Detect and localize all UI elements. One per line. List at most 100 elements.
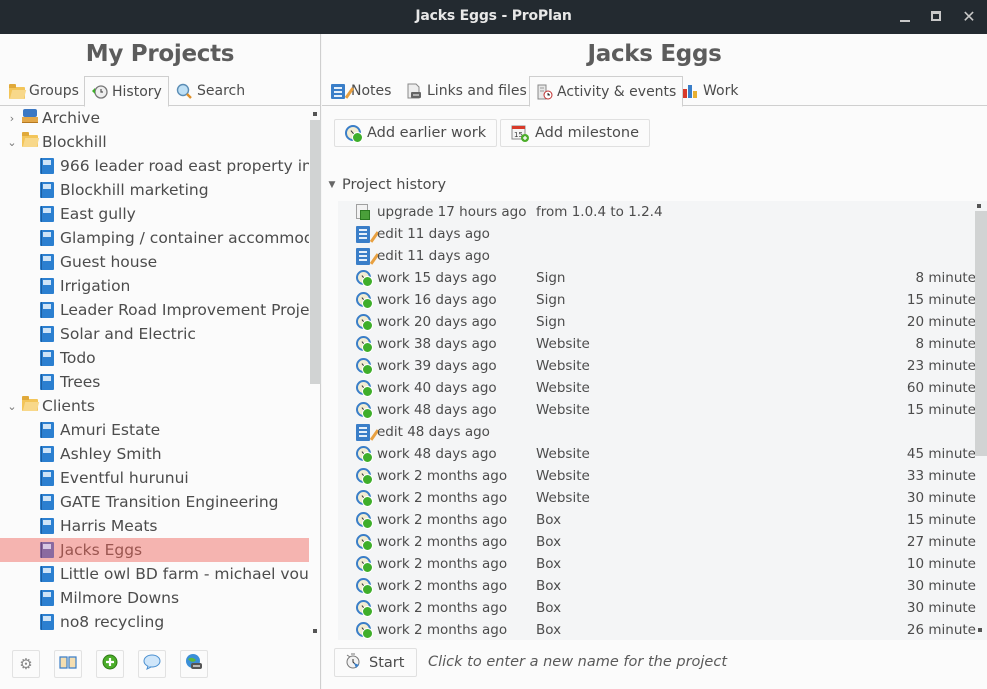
history-event: edit 11 days ago <box>377 226 490 242</box>
tree-project[interactable]: Leader Road Improvement Project <box>0 298 309 322</box>
history-row[interactable]: work 2 months ago Website 30 minute <box>338 487 976 509</box>
work-clock-icon <box>356 270 373 287</box>
history-row[interactable]: edit 48 days ago <box>338 421 976 443</box>
add-earlier-work-button[interactable]: Add earlier work <box>334 119 498 147</box>
feedback-button[interactable] <box>138 650 166 678</box>
history-duration: 20 minute <box>906 314 976 330</box>
tree-project[interactable]: Eventful hurunui <box>0 466 309 490</box>
history-row[interactable]: edit 11 days ago <box>338 245 976 267</box>
project-history-toggle[interactable]: ▼ Project history <box>322 175 447 195</box>
tree-project[interactable]: 966 leader road east property info <box>0 154 309 178</box>
project-book-icon <box>40 278 54 294</box>
project-detail-panel: Jacks Eggs Notes Links and files Activit… <box>322 34 987 689</box>
tree-project[interactable]: Solar and Electric <box>0 322 309 346</box>
history-event: work 20 days ago <box>377 314 497 330</box>
work-clock-icon <box>356 600 373 617</box>
tree-project[interactable]: Glamping / container accommodation <box>0 226 309 250</box>
tree-project[interactable]: no8 recycling <box>0 610 309 630</box>
settings-button[interactable]: ⚙ <box>12 650 40 678</box>
history-row[interactable]: work 15 days ago Sign 8 minute <box>338 267 976 289</box>
chevron-down-icon[interactable]: ⌄ <box>6 400 18 413</box>
start-timer-button[interactable]: Start <box>334 648 418 677</box>
history-duration: 30 minute <box>906 600 976 616</box>
history-event: work 2 months ago <box>377 622 508 638</box>
tree-project[interactable]: Little owl BD farm - michael vougham <box>0 562 309 586</box>
tab-label: History <box>112 83 162 100</box>
project-name-field[interactable]: Click to enter a new name for the projec… <box>428 654 727 670</box>
tree-project[interactable]: Harris Meats <box>0 514 309 538</box>
tree-project-selected[interactable]: Jacks Eggs <box>0 538 309 562</box>
tab-label: Links and files <box>427 83 527 99</box>
project-book-icon <box>40 494 54 510</box>
manual-button[interactable] <box>54 650 82 678</box>
history-row[interactable]: work 2 months ago Box 30 minute <box>338 597 976 619</box>
tab-history[interactable]: History <box>84 76 169 107</box>
add-icon <box>102 654 118 674</box>
work-clock-icon <box>356 292 373 309</box>
tree-label: no8 recycling <box>60 613 165 630</box>
tree-project[interactable]: Guest house <box>0 250 309 274</box>
history-scrollbar[interactable] <box>975 211 987 456</box>
tree-label: Amuri Estate <box>60 421 161 439</box>
tab-search[interactable]: Search <box>170 76 251 106</box>
history-row[interactable]: upgrade 17 hours ago from 1.0.4 to 1.2.4 <box>338 201 976 223</box>
history-row[interactable]: work 2 months ago Box 30 minute <box>338 575 976 597</box>
project-book-icon <box>40 518 54 534</box>
project-book-icon <box>40 326 54 342</box>
tree-project[interactable]: Milmore Downs <box>0 586 309 610</box>
add-project-button[interactable] <box>96 650 124 678</box>
tab-groups[interactable]: Groups <box>2 76 85 106</box>
history-row[interactable]: work 48 days ago Website 45 minute <box>338 443 976 465</box>
history-row[interactable]: work 16 days ago Sign 15 minute <box>338 289 976 311</box>
tree-project[interactable]: East gully <box>0 202 309 226</box>
tree-scrollbar[interactable] <box>310 120 321 384</box>
links-files-icon <box>406 83 423 99</box>
web-link-button[interactable] <box>180 650 208 678</box>
tab-work[interactable]: Work <box>676 76 744 106</box>
tree-project[interactable]: Blockhill marketing <box>0 178 309 202</box>
project-book-icon <box>40 542 54 558</box>
history-row[interactable]: work 2 months ago Box 27 minute <box>338 531 976 553</box>
tree-project[interactable]: Trees <box>0 370 309 394</box>
tree-project[interactable]: GATE Transition Engineering <box>0 490 309 514</box>
history-row[interactable]: work 2 months ago Box 15 minute <box>338 509 976 531</box>
chevron-down-icon[interactable]: ⌄ <box>6 136 18 149</box>
tree-group-blockhill[interactable]: ⌄ Blockhill <box>0 130 309 154</box>
history-row[interactable]: work 2 months ago Website 33 minute <box>338 465 976 487</box>
tree-project[interactable]: Todo <box>0 346 309 370</box>
tree-group-clients[interactable]: ⌄ Clients <box>0 394 309 418</box>
history-detail: from 1.0.4 to 1.2.4 <box>536 204 663 220</box>
history-row[interactable]: work 20 days ago Sign 20 minute <box>338 311 976 333</box>
history-detail: Sign <box>536 314 566 330</box>
work-clock-icon <box>356 380 373 397</box>
minimize-button[interactable] <box>894 6 916 28</box>
history-row[interactable]: work 39 days ago Website 23 minute <box>338 355 976 377</box>
history-row[interactable]: work 2 months ago Box 10 minute <box>338 553 976 575</box>
history-detail: Sign <box>536 292 566 308</box>
tree-project[interactable]: Ashley Smith <box>0 442 309 466</box>
tab-links-and-files[interactable]: Links and files <box>400 76 533 106</box>
close-icon: ✕ <box>962 7 976 26</box>
history-row[interactable]: work 38 days ago Website 8 minute <box>338 333 976 355</box>
close-button[interactable]: ✕ <box>958 6 980 28</box>
project-book-icon <box>40 182 54 198</box>
maximize-button[interactable] <box>925 6 947 28</box>
tree-label: Ashley Smith <box>60 445 162 463</box>
work-clock-icon <box>356 622 373 639</box>
tree-group-archive[interactable]: › Archive <box>0 106 309 130</box>
tree-project[interactable]: Irrigation <box>0 274 309 298</box>
tab-activity-and-events[interactable]: Activity & events <box>529 76 684 107</box>
chevron-right-icon[interactable]: › <box>6 112 18 125</box>
history-row[interactable]: edit 11 days ago <box>338 223 976 245</box>
history-row[interactable]: work 40 days ago Website 60 minute <box>338 377 976 399</box>
tree-project[interactable]: Amuri Estate <box>0 418 309 442</box>
stopwatch-icon <box>345 653 361 673</box>
tab-notes[interactable]: Notes <box>324 76 397 106</box>
history-event: work 2 months ago <box>377 556 508 572</box>
work-clock-icon <box>356 314 373 331</box>
history-row[interactable]: work 2 months ago Box 26 minute <box>338 619 976 640</box>
history-row[interactable]: work 48 days ago Website 15 minute <box>338 399 976 421</box>
work-clock-icon <box>356 490 373 507</box>
history-event: work 48 days ago <box>377 402 497 418</box>
add-milestone-button[interactable]: 15 Add milestone <box>500 119 651 147</box>
